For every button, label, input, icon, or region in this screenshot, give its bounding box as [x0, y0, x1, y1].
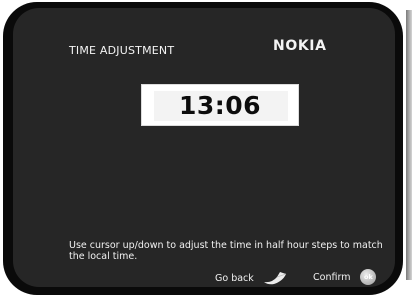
time-value: 13:06	[178, 90, 262, 120]
confirm-button[interactable]: Confirm ok	[313, 269, 377, 285]
ok-icon-label: ok	[364, 273, 373, 281]
instruction-text: Use cursor up/down to adjust the time in…	[69, 240, 383, 262]
time-display[interactable]: 13:06	[141, 84, 299, 126]
page-title: TIME ADJUSTMENT	[69, 44, 175, 57]
confirm-label: Confirm	[313, 271, 351, 283]
nokia-logo: NOKIA	[273, 38, 327, 54]
back-arrow-icon	[263, 272, 286, 285]
right-edge-strip	[406, 10, 412, 280]
ok-icon: ok	[360, 269, 377, 285]
tv-screen: TIME ADJUSTMENT NOKIA 13:06 Use cursor u…	[13, 8, 395, 287]
go-back-button[interactable]: Go back	[215, 271, 288, 285]
page: TIME ADJUSTMENT NOKIA 13:06 Use cursor u…	[0, 0, 412, 302]
tv-frame: TIME ADJUSTMENT NOKIA 13:06 Use cursor u…	[3, 2, 403, 295]
go-back-label: Go back	[215, 272, 254, 284]
